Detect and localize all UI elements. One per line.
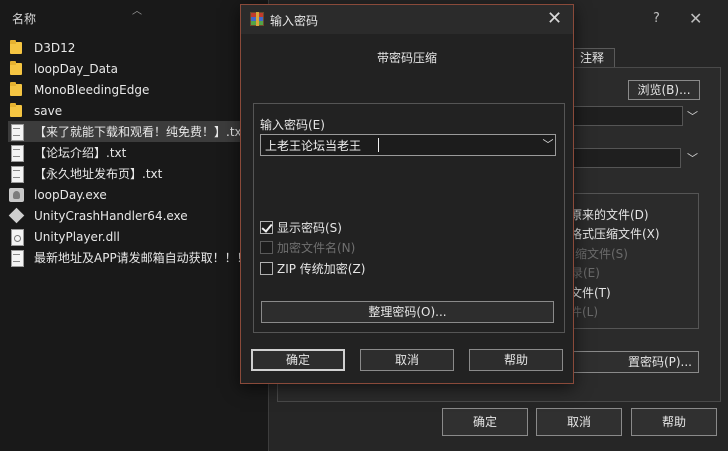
password-dialog-titlebar[interactable]: 输入密码 ✕ bbox=[241, 5, 573, 34]
file-name: 【论坛介绍】.txt bbox=[34, 146, 127, 160]
zip-legacy-checkbox[interactable] bbox=[260, 262, 273, 275]
text-file-icon bbox=[8, 165, 26, 183]
file-item-free-download-txt[interactable]: 【来了就能下载和观看！纯免费！】.txt bbox=[8, 121, 276, 142]
file-item-save[interactable]: save bbox=[8, 100, 276, 121]
close-icon[interactable]: ✕ bbox=[547, 8, 562, 29]
option-create-sfx[interactable]: 格式压缩文件(X) bbox=[570, 225, 660, 242]
cancel-button[interactable]: 取消 bbox=[536, 408, 622, 436]
exe-icon bbox=[8, 187, 26, 203]
help-icon[interactable]: ? bbox=[653, 11, 660, 26]
file-name: loopDay_Data bbox=[34, 61, 118, 76]
text-file-icon bbox=[8, 123, 26, 141]
text-file-icon bbox=[8, 144, 26, 162]
file-item-loopday-data[interactable]: loopDay_Data bbox=[8, 58, 276, 79]
close-icon[interactable]: ✕ bbox=[689, 9, 702, 28]
tab-comment[interactable]: 注释 bbox=[569, 48, 615, 68]
file-name: loopDay.exe bbox=[34, 187, 107, 202]
option-delete-original[interactable]: 原来的文件(D) bbox=[570, 206, 649, 223]
show-password-checkbox-row[interactable]: 显示密码(S) bbox=[260, 219, 342, 236]
chevron-down-icon[interactable]: ﹀ bbox=[541, 136, 555, 154]
option-lock-archive: 件(L) bbox=[570, 305, 599, 319]
file-item-permanent-address-txt[interactable]: 【永久地址发布页】.txt bbox=[8, 163, 276, 184]
folder-icon bbox=[8, 81, 26, 98]
zip-legacy-checkbox-row[interactable]: ZIP 传统加密(Z) bbox=[260, 260, 365, 277]
file-item-unityplayer-dll[interactable]: UnityPlayer.dll bbox=[8, 226, 276, 247]
file-name: 最新地址及APP请发邮箱自动获取！！！ bbox=[34, 251, 249, 265]
help-button[interactable]: 帮助 bbox=[469, 349, 563, 371]
folder-icon bbox=[8, 102, 26, 119]
encrypt-names-label: 加密文件名(N) bbox=[277, 241, 356, 255]
show-password-label: 显示密码(S) bbox=[277, 221, 342, 235]
update-mode-combo[interactable] bbox=[569, 148, 681, 168]
column-header[interactable]: 名称 ︿ bbox=[0, 0, 276, 34]
password-combo[interactable]: ﹀ bbox=[260, 134, 556, 156]
file-item-d3d12[interactable]: D3D12 bbox=[8, 37, 276, 58]
option-test-files[interactable]: 文件(T) bbox=[570, 284, 611, 301]
password-dialog: 输入密码 ✕ 带密码压缩 输入密码(E) ﹀ 显示密码(S) 加密文件名(N) … bbox=[240, 4, 574, 384]
file-name: UnityCrashHandler64.exe bbox=[34, 208, 188, 223]
ok-button[interactable]: 确定 bbox=[251, 349, 345, 371]
file-item-monobleedingedge[interactable]: MonoBleedingEdge bbox=[8, 79, 276, 100]
file-name: UnityPlayer.dll bbox=[34, 229, 120, 244]
text-caret bbox=[378, 138, 379, 152]
file-name: 【永久地址发布页】.txt bbox=[34, 167, 163, 181]
chevron-down-icon[interactable]: ﹀ bbox=[687, 108, 698, 124]
zip-legacy-label: ZIP 传统加密(Z) bbox=[277, 262, 366, 276]
password-input[interactable] bbox=[261, 135, 537, 155]
set-password-button[interactable]: 置密码(P)... bbox=[570, 351, 699, 373]
file-name: MonoBleedingEdge bbox=[34, 82, 150, 97]
file-item-latest-address[interactable]: 最新地址及APP请发邮箱自动获取！！！ bbox=[8, 247, 276, 268]
unity-cube-icon bbox=[8, 208, 26, 224]
cancel-button[interactable]: 取消 bbox=[360, 349, 454, 371]
folder-icon bbox=[8, 60, 26, 77]
file-name: 【来了就能下载和观看！纯免费！】.txt bbox=[34, 125, 247, 139]
option-solid-archive: 缩文件(S) bbox=[575, 247, 628, 261]
encrypt-names-checkbox bbox=[260, 241, 273, 254]
file-name: save bbox=[34, 103, 63, 118]
text-file-icon bbox=[8, 249, 26, 267]
column-name-label: 名称 bbox=[12, 12, 37, 26]
file-explorer-list: 名称 ︿ D3D12 loopDay_Data MonoBleedingEdge… bbox=[0, 0, 276, 451]
ok-button[interactable]: 确定 bbox=[442, 408, 528, 436]
dll-file-icon bbox=[8, 228, 26, 246]
password-dialog-title: 输入密码 bbox=[270, 14, 319, 28]
organize-passwords-button[interactable]: 整理密码(O)... bbox=[261, 301, 554, 323]
password-dialog-heading: 带密码压缩 bbox=[376, 51, 437, 65]
option-recovery-record: 录(E) bbox=[571, 266, 600, 280]
sort-up-icon: ︿ bbox=[132, 6, 142, 17]
file-item-unitycrashhandler[interactable]: UnityCrashHandler64.exe bbox=[8, 205, 276, 226]
chevron-down-icon[interactable]: ﹀ bbox=[687, 150, 698, 166]
browse-button[interactable]: 浏览(B)... bbox=[628, 80, 700, 100]
password-input-label: 输入密码(E) bbox=[260, 118, 325, 132]
help-button[interactable]: 帮助 bbox=[631, 408, 717, 436]
file-item-forum-intro-txt[interactable]: 【论坛介绍】.txt bbox=[8, 142, 276, 163]
file-name: D3D12 bbox=[34, 40, 76, 55]
folder-icon bbox=[8, 39, 26, 56]
file-item-loopday-exe[interactable]: loopDay.exe bbox=[8, 184, 276, 205]
show-password-checkbox[interactable] bbox=[260, 221, 273, 234]
winrar-icon bbox=[250, 12, 264, 26]
encrypt-names-checkbox-row: 加密文件名(N) bbox=[260, 239, 355, 256]
archive-name-combo[interactable] bbox=[569, 106, 683, 126]
